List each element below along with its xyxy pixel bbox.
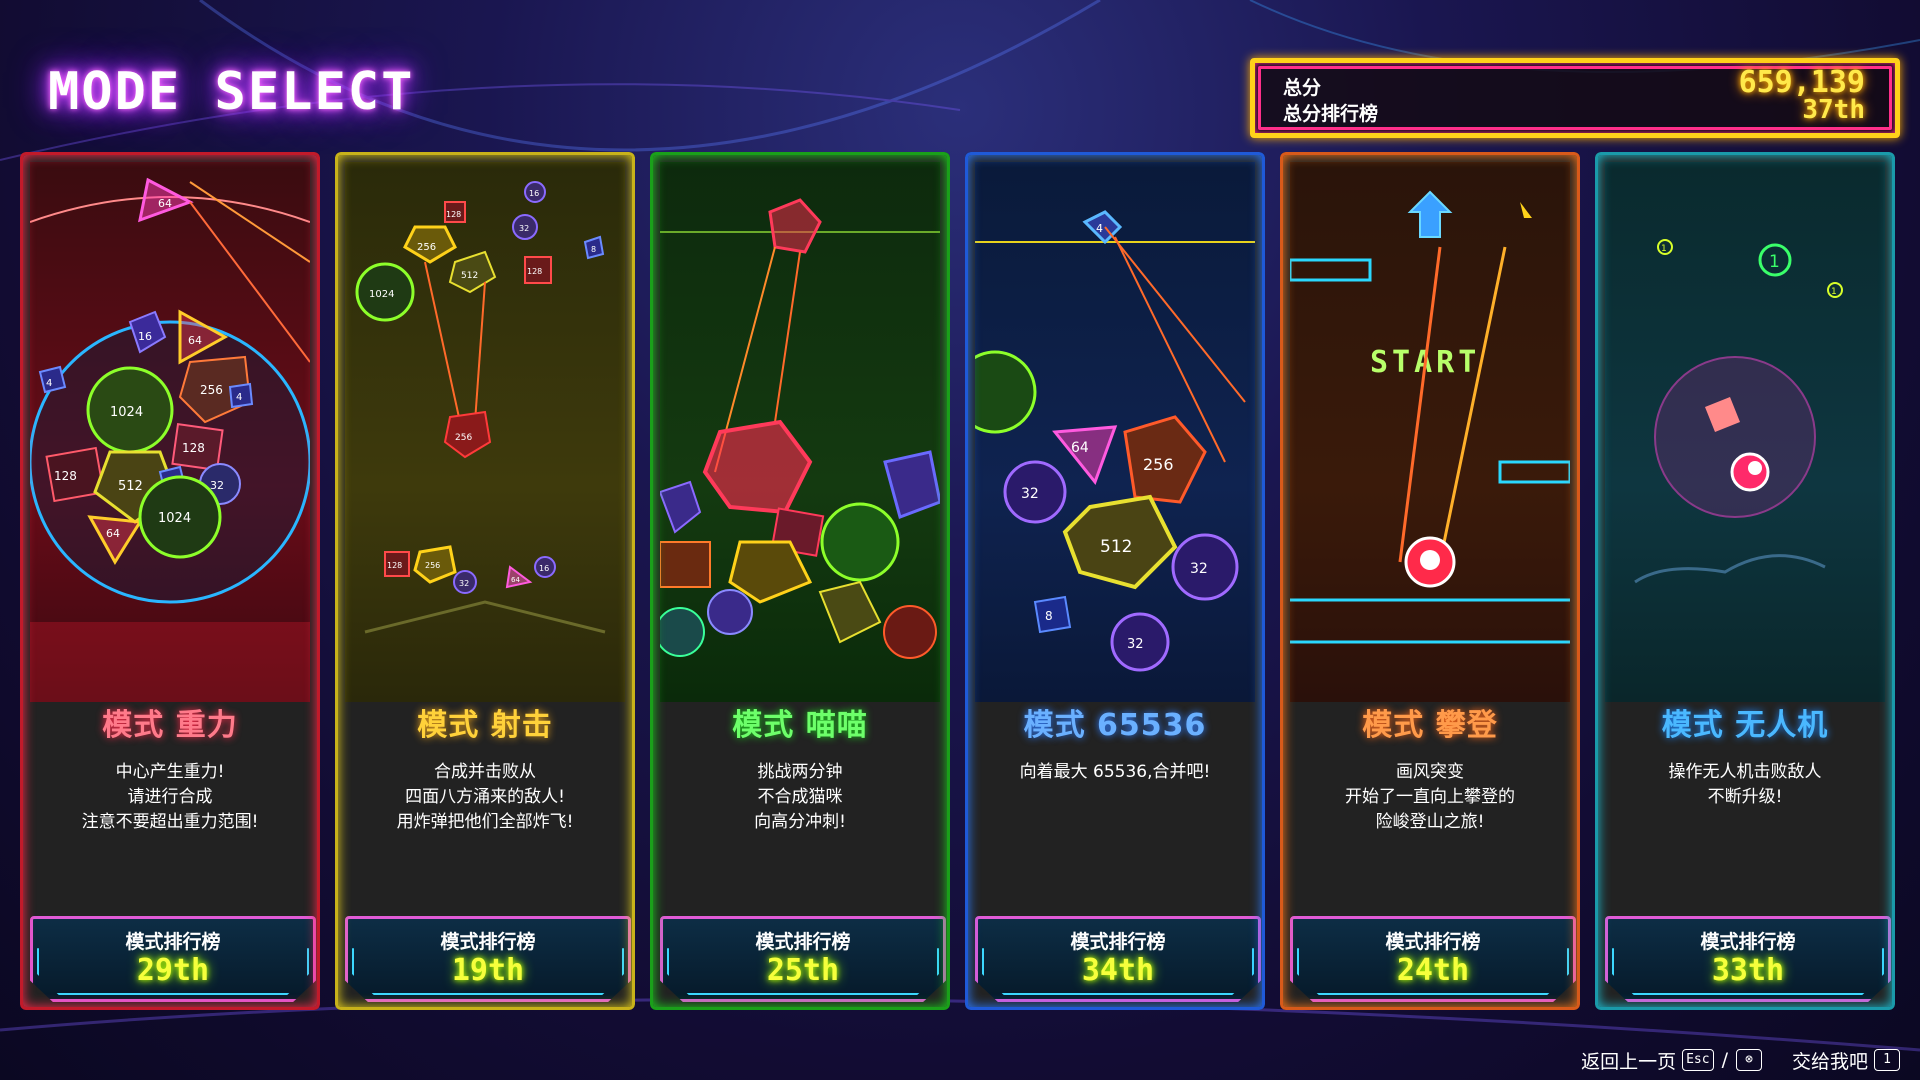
svg-text:128: 128: [446, 210, 461, 219]
mode-art-meow: [660, 162, 940, 702]
mode-leaderboard-button-shoot[interactable]: 模式排行榜 19th: [345, 916, 631, 1002]
mode-name-drone: 模式 无人机: [1661, 708, 1829, 743]
separator: /: [1721, 1049, 1728, 1071]
svg-text:256: 256: [1143, 455, 1174, 474]
mode-card-meow[interactable]: 模式 喵喵 挑战两分钟 不合成猫咪 向高分冲刺! 模式排行榜 25th: [650, 152, 950, 1010]
svg-text:512: 512: [118, 479, 143, 494]
svg-text:32: 32: [459, 579, 469, 588]
mode-desc-shoot: 合成并击败从 四面八方涌来的敌人! 用炸弹把他们全部炸飞!: [396, 762, 574, 832]
svg-text:32: 32: [210, 479, 224, 492]
mode-leaderboard-button-65536[interactable]: 模式排行榜 34th: [975, 916, 1261, 1002]
esc-key-icon: Esc: [1682, 1049, 1714, 1071]
svg-text:8: 8: [1045, 609, 1053, 623]
total-rank-value: 37th: [1802, 95, 1865, 125]
svg-text:512: 512: [1100, 537, 1132, 557]
svg-text:4: 4: [236, 392, 242, 403]
gravity-number: 64: [158, 197, 172, 210]
mode-desc-climb: 画风突变 开始了一直向上攀登的 险峻登山之旅!: [1345, 762, 1515, 832]
svg-text:32: 32: [1190, 561, 1208, 577]
svg-text:1: 1: [1769, 252, 1780, 272]
svg-text:64: 64: [511, 576, 520, 584]
cancel-button-icon: ⊗: [1735, 1049, 1762, 1071]
svg-text:128: 128: [54, 469, 77, 483]
mode-leaderboard-button-drone[interactable]: 模式排行榜 33th: [1605, 916, 1891, 1002]
mode-name-climb: 模式 攀登: [1362, 708, 1498, 743]
svg-text:32: 32: [1127, 637, 1144, 652]
mode-name-gravity: 模式 重力: [102, 708, 238, 743]
svg-text:16: 16: [529, 189, 539, 198]
svg-text:256: 256: [200, 383, 223, 397]
mode-leaderboard-button-meow[interactable]: 模式排行榜 25th: [660, 916, 946, 1002]
mode-leaderboard-label: 模式排行榜: [1385, 931, 1481, 953]
svg-text:512: 512: [461, 271, 478, 281]
total-score-panel: 总分 总分排行榜 659,139 37th: [1250, 58, 1900, 138]
mode-leaderboard-label: 模式排行榜: [440, 931, 536, 953]
svg-text:32: 32: [1021, 486, 1039, 502]
mode-desc-drone: 操作无人机击败敌人 不断升级!: [1668, 762, 1822, 807]
svg-text:16: 16: [138, 330, 152, 343]
svg-text:128: 128: [387, 561, 402, 570]
mode-card-drone[interactable]: 1 1 1 模式 无人机 操作无人机击败敌人 不断升级! 模式排行榜 33th: [1595, 152, 1895, 1010]
svg-text:4: 4: [46, 378, 52, 389]
mode-leaderboard-label: 模式排行榜: [1070, 931, 1166, 953]
mode-rank-value: 29th: [136, 953, 210, 988]
svg-text:32: 32: [519, 224, 529, 233]
mode-desc-gravity: 中心产生重力! 请进行合成 注意不要超出重力范围!: [81, 762, 259, 832]
total-rank-label: 总分排行榜: [1283, 103, 1379, 125]
mode-card-gravity[interactable]: 64 16 64 256 1024 128 128 512 8: [20, 152, 320, 1010]
svg-text:64: 64: [1071, 440, 1089, 456]
svg-text:256: 256: [425, 561, 440, 570]
footer-hints: 返回上一页 Esc / ⊗ 交给我吧 1: [1581, 1046, 1900, 1074]
mode-card-shoot[interactable]: 128 16 256 512 1024 32 128 8 256 128 256…: [335, 152, 635, 1010]
mode-leaderboard-label: 模式排行榜: [125, 931, 221, 953]
mode-name-shoot: 模式 射击: [417, 708, 553, 743]
mode-leaderboard-button-climb[interactable]: 模式排行榜 24th: [1290, 916, 1576, 1002]
mode-art-shoot: 128 16 256 512 1024 32 128 8 256 128 256…: [345, 162, 625, 702]
back-hint-label[interactable]: 返回上一页: [1581, 1047, 1676, 1074]
mode-name-65536: 模式 65536: [1023, 708, 1207, 743]
mode-rank-value: 19th: [451, 953, 525, 988]
svg-text:1024: 1024: [110, 405, 143, 420]
mode-name-meow: 模式 喵喵: [732, 708, 868, 743]
svg-text:256: 256: [417, 242, 436, 253]
mode-rank-value: 33th: [1711, 953, 1785, 988]
mode-desc-65536: 向着最大 65536,合并吧!: [1019, 762, 1211, 782]
svg-text:256: 256: [455, 433, 472, 443]
mode-rank-value: 25th: [766, 953, 840, 988]
svg-text:1: 1: [1831, 287, 1837, 297]
svg-text:64: 64: [106, 527, 120, 540]
mode-desc-meow: 挑战两分钟 不合成猫咪 向高分冲刺!: [754, 762, 846, 832]
mode-card-climb[interactable]: START 模式 攀登 画风突变 开始了一直向上攀登的 险峻登山之旅! 模式排行…: [1280, 152, 1580, 1010]
total-score-label: 总分: [1283, 77, 1322, 99]
mode-rank-value: 34th: [1081, 953, 1155, 988]
svg-text:16: 16: [539, 564, 549, 573]
mode-art-drone: 1 1 1: [1605, 162, 1885, 702]
delegate-hint-label[interactable]: 交给我吧: [1792, 1047, 1868, 1074]
svg-text:128: 128: [182, 441, 205, 455]
mode-art-65536: 4 64 256 32 512 32 8 32: [975, 162, 1255, 702]
mode-rank-value: 24th: [1396, 953, 1470, 988]
svg-text:1024: 1024: [158, 511, 191, 526]
key-1-icon: 1: [1874, 1049, 1900, 1071]
up-arrow-icon: [1407, 190, 1453, 238]
svg-text:4: 4: [1096, 222, 1103, 235]
mode-art-climb: START: [1290, 162, 1570, 702]
svg-text:128: 128: [527, 267, 542, 276]
mode-card-65536[interactable]: 4 64 256 32 512 32 8 32 模式 65536 向着最大 65…: [965, 152, 1265, 1010]
svg-text:64: 64: [188, 334, 202, 347]
mode-art-gravity: 64 16 64 256 1024 128 128 512 8: [30, 162, 310, 702]
svg-text:1024: 1024: [369, 289, 394, 300]
page-title: MODE SELECT: [48, 62, 415, 122]
mode-leaderboard-button-gravity[interactable]: 模式排行榜 29th: [30, 916, 316, 1002]
mode-leaderboard-label: 模式排行榜: [755, 931, 851, 953]
svg-text:8: 8: [591, 245, 596, 254]
mode-leaderboard-label: 模式排行榜: [1700, 931, 1796, 953]
svg-text:1: 1: [1661, 244, 1667, 254]
mode-cards: 64 16 64 256 1024 128 128 512 8: [20, 152, 1900, 1014]
